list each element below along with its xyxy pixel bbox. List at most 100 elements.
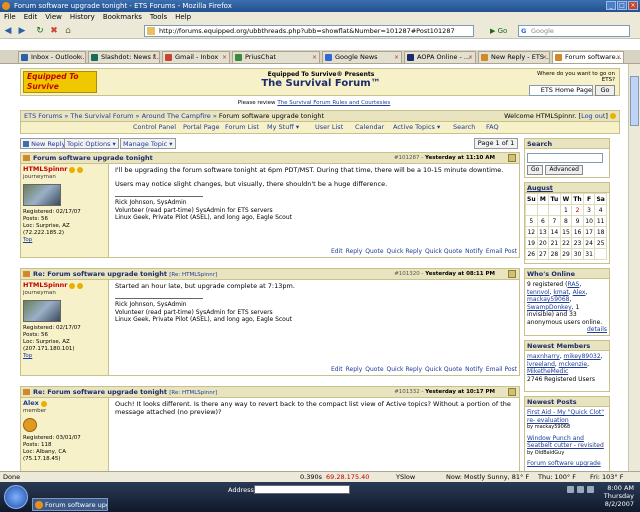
- tray-volume-icon[interactable]: [577, 486, 584, 493]
- calendar-day[interactable]: 8: [559, 215, 573, 227]
- vertical-scrollbar[interactable]: [628, 64, 640, 471]
- nav-my-stuff[interactable]: My Stuff ▾: [267, 122, 299, 133]
- tab-gmail[interactable]: Gmail - Inbox ×: [162, 51, 230, 63]
- calendar-day[interactable]: 3: [582, 204, 596, 216]
- calendar-day[interactable]: 4: [594, 204, 607, 216]
- quick-quote-link[interactable]: Quick Quote: [425, 366, 462, 373]
- close-button[interactable]: ×: [628, 1, 638, 10]
- menu-edit[interactable]: Edit: [24, 12, 38, 23]
- breadcrumb-ets-forums[interactable]: ETS Forums: [24, 112, 62, 120]
- calendar-day[interactable]: 2: [571, 204, 584, 216]
- sidebar-search-go-button[interactable]: Go: [527, 165, 544, 175]
- back-arrow-icon[interactable]: ◀: [2, 25, 14, 37]
- tray-power-icon[interactable]: [587, 486, 594, 493]
- menu-bookmarks[interactable]: Bookmarks: [103, 12, 142, 23]
- online-user[interactable]: Alex: [573, 289, 586, 296]
- topic-options-button[interactable]: Topic Options ▾: [64, 138, 119, 149]
- quote-link[interactable]: Quote: [365, 248, 383, 255]
- quick-quote-link[interactable]: Quick Quote: [425, 248, 462, 255]
- menu-file[interactable]: File: [4, 12, 16, 23]
- quote-link[interactable]: Quote: [365, 366, 383, 373]
- home-icon[interactable]: ⌂: [62, 25, 74, 37]
- calendar-day[interactable]: 6: [536, 215, 550, 227]
- close-tab-icon[interactable]: ×: [312, 52, 317, 63]
- calendar-day[interactable]: 17: [582, 226, 596, 238]
- close-tab-icon[interactable]: ×: [616, 52, 621, 63]
- calendar-day[interactable]: 15: [559, 226, 573, 238]
- calendar-day[interactable]: 9: [571, 215, 584, 227]
- close-tab-icon[interactable]: ×: [394, 52, 399, 63]
- calendar-day[interactable]: 12: [525, 226, 538, 238]
- calendar-month[interactable]: August: [525, 183, 609, 193]
- google-search-input[interactable]: G Google: [518, 25, 630, 37]
- site-jump-go-button[interactable]: Go: [595, 85, 615, 96]
- nav-faq[interactable]: FAQ: [486, 122, 499, 133]
- online-user[interactable]: kmat: [553, 289, 568, 296]
- menu-view[interactable]: View: [45, 12, 62, 23]
- online-details-link[interactable]: details: [587, 326, 607, 333]
- calendar-day[interactable]: 1: [559, 204, 573, 216]
- online-user[interactable]: RAS: [567, 281, 579, 288]
- post-options-icon[interactable]: [508, 154, 516, 162]
- site-jump-select[interactable]: ETS Home Page: [529, 85, 593, 96]
- close-tab-icon[interactable]: ×: [222, 52, 227, 63]
- reply-to-link[interactable]: [Re: HTMLSpinnr]: [169, 272, 217, 278]
- reply-to-link[interactable]: [Re: HTMLSpinnr]: [169, 390, 217, 396]
- calendar-day[interactable]: 31: [582, 248, 596, 260]
- reply-link[interactable]: Reply: [346, 248, 363, 255]
- calendar-day[interactable]: 7: [548, 215, 561, 227]
- nav-control-panel[interactable]: Control Panel: [133, 122, 176, 133]
- close-tab-icon[interactable]: ×: [78, 52, 83, 63]
- calendar-day[interactable]: 5: [525, 215, 538, 227]
- member-link[interactable]: maxnharry: [527, 353, 560, 360]
- go-button[interactable]: ▶ Go: [490, 25, 514, 37]
- advanced-search-button[interactable]: Advanced: [545, 165, 583, 175]
- tab-forum-software[interactable]: Forum software... ×: [552, 51, 624, 63]
- post-options-icon[interactable]: [508, 388, 516, 396]
- calendar-day[interactable]: 30: [571, 248, 584, 260]
- member-link[interactable]: mckenzie: [559, 361, 587, 368]
- manage-topic-button[interactable]: Manage Topic ▾: [120, 138, 176, 149]
- rules-link[interactable]: The Survival Forum Rules and Courtesies: [277, 100, 390, 106]
- nav-search[interactable]: Search: [453, 122, 475, 133]
- page-indicator[interactable]: Page 1 of 1: [474, 138, 518, 149]
- calendar-day[interactable]: 21: [548, 237, 561, 249]
- close-tab-icon[interactable]: ×: [542, 52, 547, 63]
- email-post-link[interactable]: Email Post: [486, 248, 517, 255]
- menu-tools[interactable]: Tools: [150, 12, 167, 23]
- sidebar-search-input[interactable]: [527, 153, 603, 163]
- weather-fri[interactable]: Fri: 103° F: [590, 472, 623, 482]
- nav-active-topics[interactable]: Active Topics ▾: [393, 122, 440, 133]
- menu-history[interactable]: History: [70, 12, 95, 23]
- author-name[interactable]: Alex: [23, 399, 39, 407]
- newest-post-link[interactable]: First Aid - My "Quick Clot" re- evaluati…: [527, 409, 607, 424]
- quick-reply-link[interactable]: Quick Reply: [387, 248, 423, 255]
- nav-portal-page[interactable]: Portal Page: [183, 122, 219, 133]
- calendar-day[interactable]: 23: [571, 237, 584, 249]
- yslow-button[interactable]: YSlow: [396, 472, 415, 482]
- calendar-day[interactable]: 24: [582, 237, 596, 249]
- newest-post-link[interactable]: Forum software upgrade: [527, 460, 607, 468]
- tab-priuschat[interactable]: PriusChat ×: [232, 51, 320, 63]
- edit-link[interactable]: Edit: [331, 248, 343, 255]
- post-id[interactable]: #101320 -: [394, 271, 423, 277]
- post-options-icon[interactable]: [508, 270, 516, 278]
- scrollbar-thumb[interactable]: [630, 76, 639, 126]
- calendar-day[interactable]: 29: [559, 248, 573, 260]
- newest-post-link[interactable]: Window Punch and Seatbelt cutter - revis…: [527, 435, 607, 450]
- quick-reply-link[interactable]: Quick Reply: [387, 366, 423, 373]
- menu-help[interactable]: Help: [175, 12, 191, 23]
- url-bar[interactable]: http://forums.equipped.org/ubbthreads.ph…: [144, 25, 474, 37]
- member-link[interactable]: lvreeland: [527, 361, 555, 368]
- calendar-day[interactable]: 18: [594, 226, 607, 238]
- logout-link[interactable]: Log out: [581, 112, 605, 120]
- tab-slashdot[interactable]: Slashdot: News f... ×: [88, 51, 160, 63]
- author-name[interactable]: HTMLSpinnr: [23, 165, 68, 173]
- site-logo[interactable]: Equipped To Survive: [23, 71, 97, 93]
- nav-forum-list[interactable]: Forum List: [225, 122, 259, 133]
- online-user[interactable]: tennvol: [527, 289, 550, 296]
- maximize-button[interactable]: □: [617, 1, 627, 10]
- weather-thu[interactable]: Thu: 100° F: [538, 472, 576, 482]
- calendar-day[interactable]: 16: [571, 226, 584, 238]
- calendar-day[interactable]: 10: [582, 215, 596, 227]
